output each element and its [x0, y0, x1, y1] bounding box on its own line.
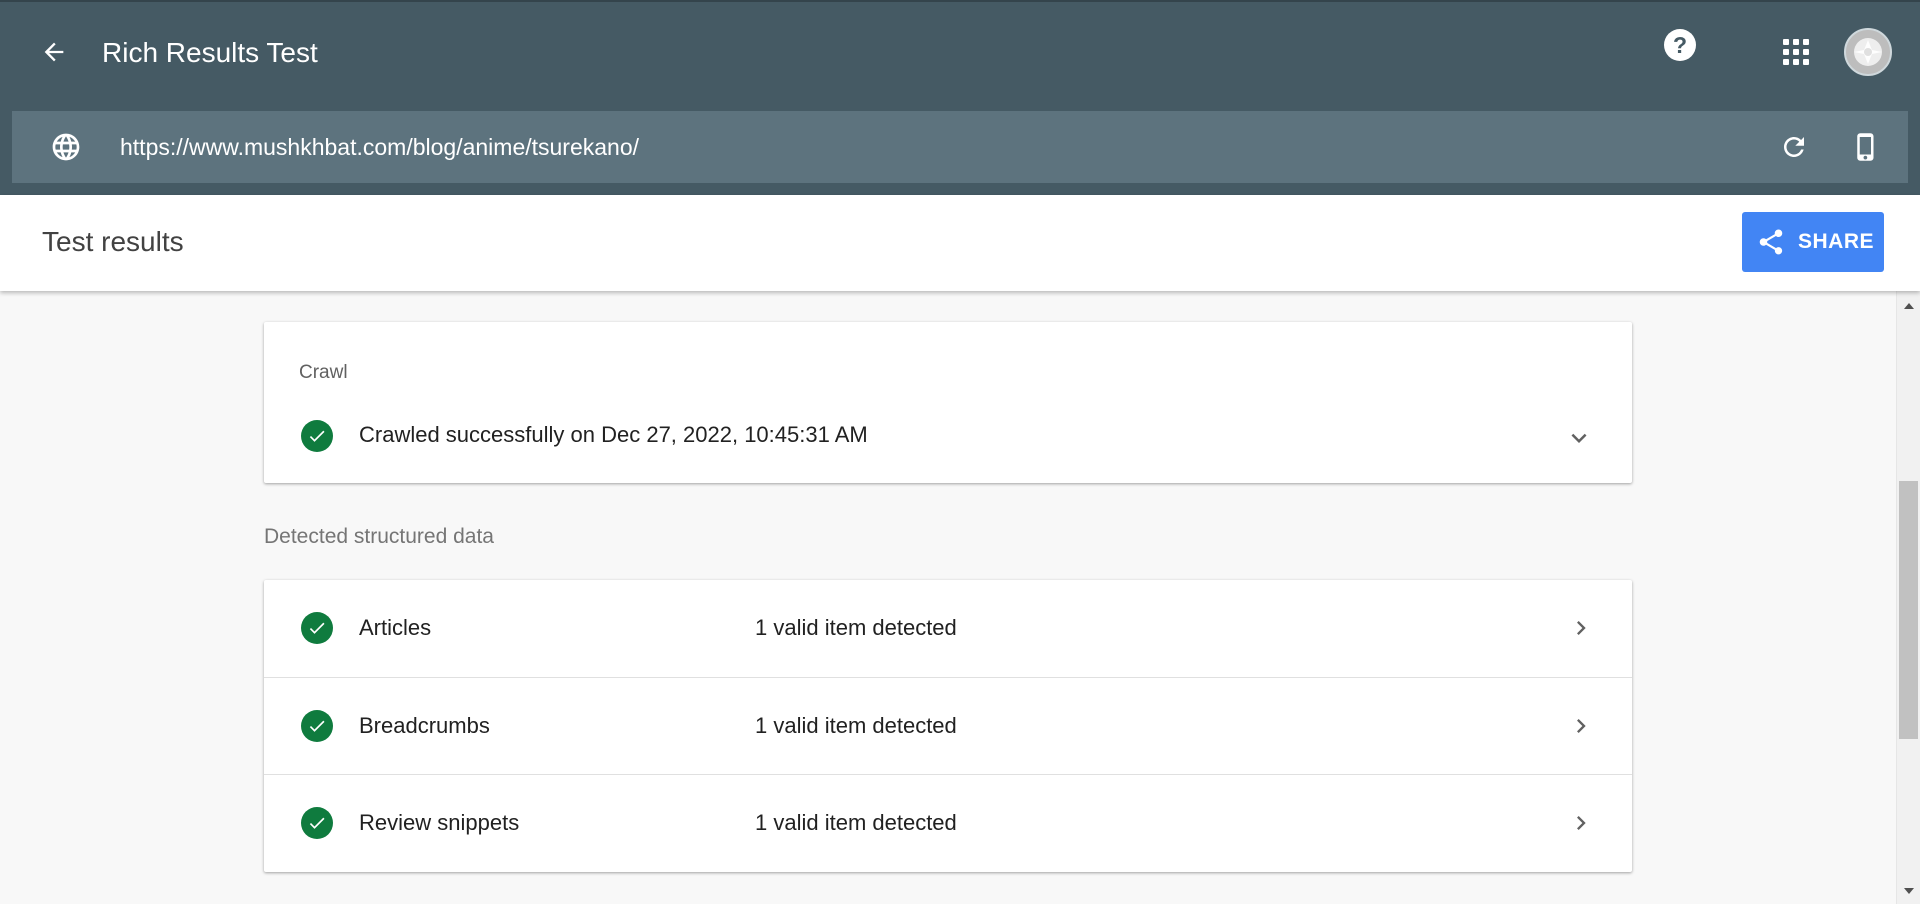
- page-title: Test results: [42, 226, 184, 257]
- row-name: Breadcrumbs: [359, 713, 490, 738]
- caret-down-icon: [1903, 888, 1914, 894]
- check-circle-icon: [301, 420, 333, 452]
- apps-grid-button[interactable]: [1781, 37, 1811, 67]
- url-bar: https://www.mushkhbat.com/blog/anime/tsu…: [12, 111, 1908, 183]
- check-circle-icon: [301, 612, 333, 644]
- help-button[interactable]: ?: [1664, 29, 1696, 61]
- crawl-card: Crawl Crawled successfully on Dec 27, 20…: [264, 322, 1632, 483]
- apps-grid-dot: [1783, 49, 1789, 55]
- apps-grid-dot: [1793, 59, 1799, 65]
- app-header: Rich Results Test ? https://www.mushkhba…: [0, 0, 1920, 195]
- results-content: Crawl Crawled successfully on Dec 27, 20…: [0, 291, 1896, 904]
- chevron-down-icon: [1571, 433, 1587, 443]
- check-circle-icon: [301, 807, 333, 839]
- row-name: Review snippets: [359, 810, 520, 835]
- apps-grid-dot: [1803, 49, 1809, 55]
- arrow-back-icon: [44, 42, 64, 62]
- section-label: Detected structured data: [264, 525, 494, 548]
- apps-grid-dot: [1793, 49, 1799, 55]
- chevron-right-icon: [1566, 710, 1596, 742]
- account-avatar[interactable]: [1844, 28, 1892, 76]
- row-status: 1 valid item detected: [755, 810, 957, 835]
- back-button[interactable]: [36, 34, 72, 70]
- check-circle-icon: [301, 710, 333, 742]
- smartphone-icon: [1857, 133, 1874, 161]
- crawl-label: Crawl: [299, 362, 348, 383]
- reload-button[interactable]: [1776, 129, 1812, 165]
- apps-grid-icon: [1783, 39, 1789, 45]
- structured-data-row-breadcrumbs[interactable]: Breadcrumbs 1 valid item detected: [264, 677, 1632, 774]
- apps-grid-dot: [1783, 59, 1789, 65]
- share-icon: [1759, 229, 1783, 255]
- scroll-thumb[interactable]: [1899, 481, 1918, 739]
- caret-up-icon: [1903, 303, 1914, 309]
- scroll-up-button[interactable]: [1897, 295, 1920, 317]
- results-header: Test results SHARE: [0, 195, 1920, 291]
- apps-grid-dot: [1793, 39, 1799, 45]
- chevron-right-icon: [1566, 612, 1596, 644]
- chevron-right-icon: [1566, 807, 1596, 839]
- help-icon: ?: [1672, 31, 1688, 58]
- structured-data-card: Articles 1 valid item detected Breadcrum…: [264, 580, 1632, 872]
- crawl-status: Crawled successfully on Dec 27, 2022, 10…: [359, 422, 868, 447]
- avatar-icon: [1846, 30, 1890, 74]
- structured-data-row-review-snippets[interactable]: Review snippets 1 valid item detected: [264, 774, 1632, 871]
- row-status: 1 valid item detected: [755, 713, 957, 738]
- structured-data-row-articles[interactable]: Articles 1 valid item detected: [264, 580, 1632, 677]
- globe-icon: [52, 133, 80, 161]
- device-toggle-button[interactable]: [1848, 127, 1884, 167]
- row-status: 1 valid item detected: [755, 615, 957, 640]
- apps-grid-dot: [1803, 39, 1809, 45]
- apps-grid-dot: [1803, 59, 1809, 65]
- scrollbar[interactable]: [1896, 291, 1920, 904]
- share-button[interactable]: SHARE: [1742, 212, 1884, 272]
- row-name: Articles: [359, 615, 432, 640]
- expand-crawl-button[interactable]: [1562, 421, 1596, 455]
- reload-icon: [1784, 137, 1804, 157]
- share-label: SHARE: [1798, 230, 1875, 253]
- url-input[interactable]: https://www.mushkhbat.com/blog/anime/tsu…: [120, 133, 639, 161]
- scroll-down-button[interactable]: [1897, 880, 1920, 902]
- app-title: Rich Results Test: [102, 37, 318, 68]
